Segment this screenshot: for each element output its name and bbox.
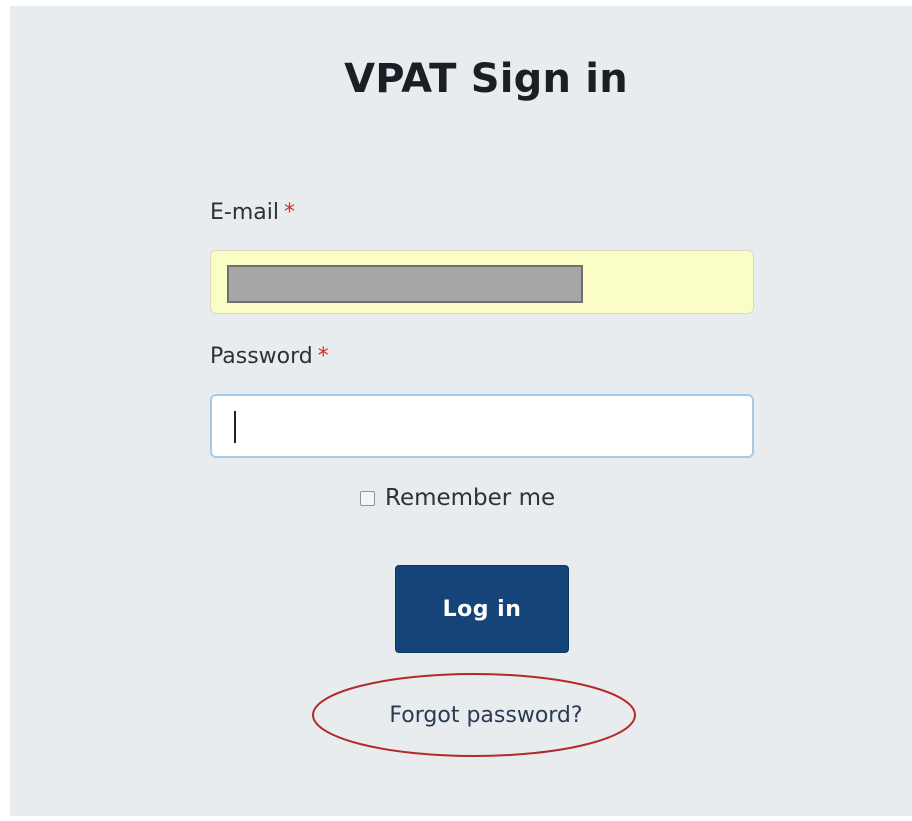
email-required-marker: * <box>283 200 295 225</box>
password-label: Password * <box>210 344 329 369</box>
page-title: VPAT Sign in <box>344 56 628 102</box>
password-required-marker: * <box>317 344 329 369</box>
remember-me-checkbox[interactable] <box>360 490 375 506</box>
password-label-text: Password <box>210 344 313 369</box>
text-cursor <box>234 411 236 443</box>
email-field[interactable] <box>210 250 754 314</box>
forgot-password-link[interactable]: Forgot password? <box>0 703 912 728</box>
email-label: E-mail * <box>210 200 295 225</box>
redacted-email-value <box>227 265 583 303</box>
password-field[interactable] <box>210 394 754 458</box>
login-button[interactable]: Log in <box>395 565 569 653</box>
remember-me-label[interactable]: Remember me <box>385 485 555 511</box>
remember-me-control[interactable]: Remember me <box>360 485 555 511</box>
email-label-text: E-mail <box>210 200 279 225</box>
